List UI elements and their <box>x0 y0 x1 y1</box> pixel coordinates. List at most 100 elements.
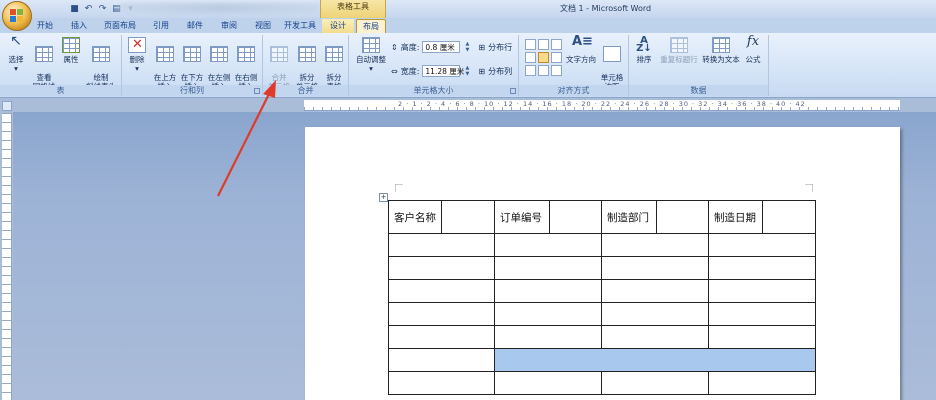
redo-icon[interactable]: ↷ <box>97 4 108 15</box>
formula-button[interactable]: fx 公式 <box>741 35 765 64</box>
group-rows-columns: ✕ 删除▾ 在上方 插入 在下方 插入 在左侧 插入 在右侧 插入 行和列 <box>122 35 263 96</box>
table-cell[interactable] <box>708 279 816 303</box>
tab-page-layout[interactable]: 页面布局 <box>98 19 142 33</box>
table-cell[interactable]: 制造部门 <box>601 200 657 234</box>
table-cell[interactable] <box>656 200 709 234</box>
align-bottom-left-icon[interactable] <box>525 65 536 76</box>
table-cell[interactable] <box>494 279 602 303</box>
tab-references[interactable]: 引用 <box>146 19 176 33</box>
align-top-center-icon[interactable] <box>538 39 549 50</box>
table-cell[interactable] <box>388 279 495 303</box>
undo-icon[interactable]: ↶ <box>83 4 94 15</box>
align-bottom-center-icon[interactable] <box>538 65 549 76</box>
tab-insert[interactable]: 插入 <box>64 19 94 33</box>
tab-review[interactable]: 审阅 <box>214 19 244 33</box>
table-cell[interactable] <box>601 233 709 257</box>
tab-design[interactable]: 设计 <box>322 19 354 33</box>
table-row <box>388 256 816 280</box>
table-cell[interactable] <box>441 200 495 234</box>
table-cell[interactable] <box>708 325 816 349</box>
split-cells-button[interactable]: 拆分 单元格 <box>293 37 321 91</box>
table-cell[interactable] <box>601 256 709 280</box>
office-logo-icon <box>10 9 24 23</box>
text-direction-button[interactable]: A≡ 文字方向 <box>565 35 597 64</box>
table-cell[interactable] <box>549 200 602 234</box>
office-button[interactable] <box>2 1 32 31</box>
convert-to-text-icon <box>712 37 730 53</box>
table-cell[interactable] <box>388 348 495 372</box>
table-cell[interactable] <box>601 371 709 395</box>
align-top-left-icon[interactable] <box>525 39 536 50</box>
properties-icon <box>62 37 80 53</box>
properties-button[interactable]: 属性 <box>58 37 84 64</box>
insert-right-button[interactable]: 在右侧 插入 <box>233 37 259 91</box>
table-cell[interactable] <box>708 233 816 257</box>
selected-cells[interactable] <box>494 348 816 372</box>
table-cell[interactable] <box>494 256 602 280</box>
cell-size-launcher-icon[interactable] <box>510 88 516 94</box>
table-cell[interactable] <box>708 371 816 395</box>
table-move-handle-icon[interactable]: + <box>379 193 388 202</box>
delete-button[interactable]: ✕ 删除 ▾ <box>126 37 148 73</box>
width-row: ⇔ 宽度: 11.28 厘米 ▲ ▼ ⊞ 分布列 <box>391 65 513 77</box>
align-bottom-right-icon[interactable] <box>551 65 562 76</box>
distribute-rows-button[interactable]: 分布行 <box>488 42 512 53</box>
table-cell[interactable] <box>708 256 816 280</box>
table-cell[interactable] <box>601 279 709 303</box>
insert-below-button[interactable]: 在下方 插入 <box>179 37 205 91</box>
table-cell[interactable] <box>388 371 495 395</box>
insert-left-button[interactable]: 在左侧 插入 <box>206 37 232 91</box>
autofit-button[interactable]: 自动调整 ▾ <box>353 37 389 73</box>
table-cell[interactable]: 订单编号 <box>494 200 550 234</box>
margin-corner-mark-right <box>805 184 813 192</box>
table-cell[interactable] <box>494 371 602 395</box>
distribute-cols-button[interactable]: 分布列 <box>488 66 512 77</box>
tab-view[interactable]: 视图 <box>248 19 278 33</box>
merge-cells-button[interactable]: 合并 单元格 <box>265 37 293 91</box>
table-cell[interactable] <box>388 302 495 326</box>
sort-button[interactable]: A Z↓ 排序 <box>633 36 655 65</box>
repeat-header-button[interactable]: 重复标题行 <box>657 37 701 64</box>
select-button[interactable]: ↖ 选择 ▾ <box>4 34 28 73</box>
table-cell[interactable] <box>494 233 602 257</box>
table-cell[interactable] <box>494 325 602 349</box>
table-cell[interactable]: 客户名称 <box>388 200 442 234</box>
table-cell[interactable]: 制造日期 <box>708 200 763 234</box>
document-table[interactable]: 客户名称 订单编号 制造部门 制造日期 <box>388 200 816 395</box>
align-top-right-icon[interactable] <box>551 39 562 50</box>
table-cell[interactable] <box>601 325 709 349</box>
blurred-area <box>120 3 320 13</box>
width-spinner-icon[interactable]: ▲ ▼ <box>463 65 471 77</box>
save-icon[interactable]: ■ <box>69 4 80 15</box>
rows-columns-launcher-icon[interactable] <box>254 88 260 94</box>
align-middle-right-icon[interactable] <box>551 52 562 63</box>
tab-layout[interactable]: 布局 <box>356 19 386 33</box>
width-input[interactable]: 11.28 厘米 <box>422 65 464 77</box>
table-cell[interactable] <box>762 200 816 234</box>
table-row <box>388 325 816 349</box>
insert-above-button[interactable]: 在上方 插入 <box>152 37 178 91</box>
align-middle-left-icon[interactable] <box>525 52 536 63</box>
tab-developer[interactable]: 开发工具 <box>280 19 320 33</box>
tab-mailings[interactable]: 邮件 <box>180 19 210 33</box>
tab-home[interactable]: 开始 <box>30 19 60 33</box>
insert-above-icon <box>156 46 174 62</box>
cell-margins-button[interactable]: 单元格 边距 <box>597 37 627 91</box>
convert-to-text-button[interactable]: 转换为文本 <box>701 37 741 64</box>
split-table-button[interactable]: 拆分 表格 <box>321 37 347 91</box>
table-cell[interactable] <box>388 256 495 280</box>
height-input[interactable]: 0.8 厘米 <box>422 41 461 53</box>
table-cell[interactable] <box>388 233 495 257</box>
table-cell[interactable] <box>388 325 495 349</box>
ruler-toggle-icon[interactable] <box>2 101 12 111</box>
insert-right-icon <box>237 46 255 62</box>
table-cell[interactable] <box>494 302 602 326</box>
height-spinner-icon[interactable]: ▲ ▼ <box>463 41 471 53</box>
view-gridlines-button[interactable]: 查看 网格线 <box>30 37 58 91</box>
table-cell[interactable] <box>708 302 816 326</box>
table-cell[interactable] <box>601 302 709 326</box>
align-middle-center-icon[interactable] <box>538 52 549 63</box>
group-table: ↖ 选择▾ 查看 网格线 属性 绘制 斜线表头 表 <box>0 34 122 96</box>
draw-diagonal-header-button[interactable]: 绘制 斜线表头 <box>84 37 118 91</box>
alignment-grid <box>525 39 562 76</box>
